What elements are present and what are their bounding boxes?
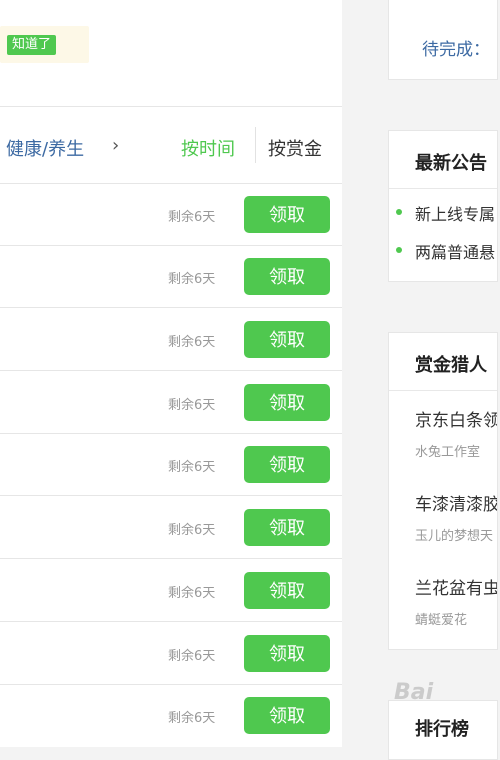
bounty-hunters-card: 赏金猎人 京东白条领 水兔工作室 车漆清漆胶 玉儿的梦想天 兰花盆有虫 蜻蜓爱花 (388, 332, 498, 650)
task-row: 剩余6天 领取 (0, 308, 342, 371)
card-divider (389, 390, 497, 391)
hunter-task-title[interactable]: 京东白条领 (415, 406, 497, 431)
time-remaining: 剩余6天 (168, 460, 216, 475)
task-list-panel: 知道了 健康/养生 › 按时间 按赏金 剩余6天 领取 剩余6天 领取 剩余6天… (0, 0, 342, 747)
time-remaining: 剩余6天 (168, 272, 216, 287)
time-remaining: 剩余6天 (168, 586, 216, 601)
claim-button[interactable]: 领取 (244, 697, 330, 734)
announcements-title: 最新公告 (415, 153, 487, 174)
task-row: 剩余6天 领取 (0, 183, 342, 246)
notice-bar: 知道了 (0, 26, 89, 63)
chevron-right-icon[interactable]: › (112, 135, 119, 156)
claim-button[interactable]: 领取 (244, 258, 330, 295)
bullet-icon (396, 209, 402, 215)
task-row: 剩余6天 领取 (0, 371, 342, 434)
hunter-username[interactable]: 蜻蜓爱花 (415, 609, 467, 628)
time-remaining: 剩余6天 (168, 335, 216, 350)
sort-by-time-tab[interactable]: 按时间 (181, 135, 235, 161)
claim-button[interactable]: 领取 (244, 509, 330, 546)
announcement-link[interactable]: 新上线专属 (415, 201, 495, 225)
task-row: 剩余6天 领取 (0, 496, 342, 559)
baidu-watermark: Bai (394, 680, 434, 705)
claim-button[interactable]: 领取 (244, 572, 330, 609)
claim-button[interactable]: 领取 (244, 384, 330, 421)
pending-label[interactable]: 待完成： (422, 35, 490, 60)
task-row: 剩余6天 领取 (0, 622, 342, 685)
task-row: 剩余6天 领取 (0, 684, 342, 746)
time-remaining: 剩余6天 (168, 711, 216, 726)
card-divider (389, 188, 497, 189)
claim-button[interactable]: 领取 (244, 635, 330, 672)
claim-button[interactable]: 领取 (244, 321, 330, 358)
time-remaining: 剩余6天 (168, 523, 216, 538)
claim-button[interactable]: 领取 (244, 446, 330, 483)
hunter-task-title[interactable]: 车漆清漆胶 (415, 490, 497, 515)
sort-divider (255, 127, 256, 163)
time-remaining: 剩余6天 (168, 398, 216, 413)
bounty-hunters-title: 赏金猎人 (415, 355, 487, 376)
sort-by-reward-tab[interactable]: 按赏金 (268, 135, 322, 161)
hunter-username[interactable]: 水兔工作室 (415, 441, 480, 460)
pending-card: 待完成： (388, 0, 498, 80)
announcements-card: 最新公告 新上线专属 两篇普通悬 (388, 130, 498, 282)
got-it-button[interactable]: 知道了 (7, 35, 57, 55)
time-remaining: 剩余6天 (168, 649, 216, 664)
task-row: 剩余6天 领取 (0, 559, 342, 622)
hunter-task-title[interactable]: 兰花盆有虫 (415, 574, 497, 599)
bullet-icon (396, 247, 402, 253)
category-breadcrumb[interactable]: 健康/养生 (6, 135, 84, 161)
filter-bar: 健康/养生 › 按时间 按赏金 (0, 106, 342, 184)
task-row: 剩余6天 领取 (0, 433, 342, 496)
hunter-username[interactable]: 玉儿的梦想天 (415, 525, 493, 544)
time-remaining: 剩余6天 (168, 210, 216, 225)
leaderboard-title[interactable]: 排行榜 (415, 715, 469, 741)
task-row: 剩余6天 领取 (0, 245, 342, 308)
announcement-link[interactable]: 两篇普通悬 (415, 239, 495, 263)
claim-button[interactable]: 领取 (244, 196, 330, 233)
leaderboard-card: 排行榜 (388, 700, 498, 760)
